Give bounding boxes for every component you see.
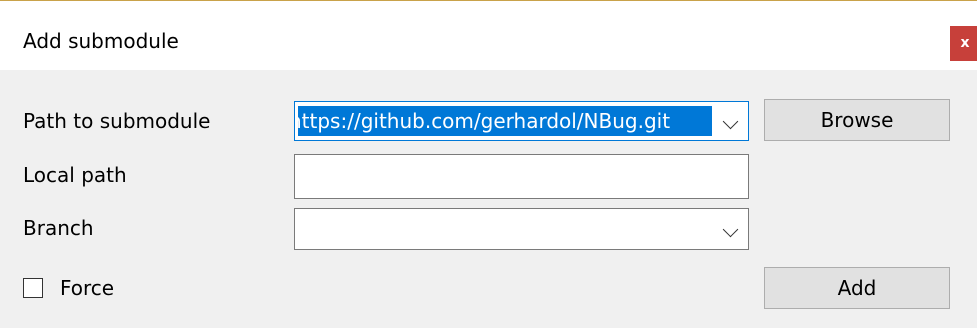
browse-button[interactable]: Browse (764, 99, 950, 141)
force-checkbox[interactable] (23, 278, 43, 298)
chevron-down-icon[interactable] (722, 221, 739, 238)
chevron-down-icon[interactable] (722, 113, 739, 130)
branch-combobox[interactable] (294, 208, 749, 250)
title-bar: Add submodule x (0, 1, 977, 70)
local-path-label: Local path (23, 163, 127, 187)
add-button[interactable]: Add (764, 267, 950, 309)
path-to-submodule-text: https://github.com/gerhardol/NBug.git (298, 109, 671, 133)
close-icon: x (960, 35, 970, 51)
force-label[interactable]: Force (60, 276, 114, 300)
add-submodule-dialog: Add submodule x Path to submodule https:… (0, 0, 977, 328)
local-path-input[interactable] (294, 154, 749, 199)
dialog-title: Add submodule (23, 29, 179, 53)
path-to-submodule-label: Path to submodule (23, 109, 211, 133)
branch-label: Branch (23, 216, 94, 240)
path-to-submodule-value: https://github.com/gerhardol/NBug.git (298, 106, 712, 136)
path-to-submodule-combobox[interactable]: https://github.com/gerhardol/NBug.git (294, 101, 749, 141)
dialog-body: Path to submodule https://github.com/ger… (0, 70, 977, 328)
close-button[interactable]: x (950, 26, 977, 61)
